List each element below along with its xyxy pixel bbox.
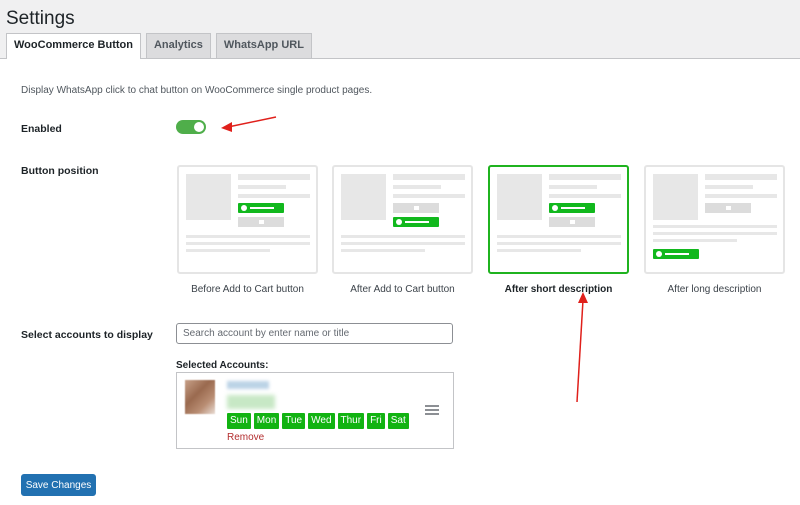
section-description: Display WhatsApp click to chat button on… bbox=[21, 85, 373, 96]
account-title-blurred bbox=[227, 395, 275, 409]
position-label-after-add-to-cart: After Add to Cart button bbox=[350, 284, 455, 295]
cart-icon bbox=[549, 217, 595, 227]
whatsapp-button-preview bbox=[238, 203, 284, 213]
position-option-before-add-to-cart[interactable] bbox=[177, 165, 318, 274]
day-badge-wed[interactable]: Wed bbox=[308, 413, 335, 429]
selected-accounts-title: Selected Accounts: bbox=[176, 360, 269, 371]
settings-panel: Display WhatsApp click to chat button on… bbox=[0, 58, 800, 505]
select-accounts-label: Select accounts to display bbox=[21, 329, 153, 341]
tab-whatsapp-url[interactable]: WhatsApp URL bbox=[215, 33, 312, 58]
whatsapp-button-preview bbox=[549, 203, 595, 213]
enabled-label: Enabled bbox=[21, 123, 62, 135]
avatar bbox=[185, 380, 215, 414]
position-label-after-short-description: After short description bbox=[504, 284, 613, 295]
tab-woocommerce-button[interactable]: WooCommerce Button bbox=[6, 33, 141, 59]
drag-handle-icon[interactable] bbox=[425, 405, 439, 416]
day-badge-sun[interactable]: Sun bbox=[227, 413, 251, 429]
save-changes-button[interactable]: Save Changes bbox=[21, 474, 96, 496]
account-name-blurred bbox=[227, 381, 269, 389]
whatsapp-button-preview bbox=[393, 217, 439, 227]
settings-tabs: WooCommerce Button Analytics WhatsApp UR… bbox=[6, 33, 317, 59]
position-option-after-add-to-cart[interactable] bbox=[332, 165, 473, 274]
day-badge-sat[interactable]: Sat bbox=[387, 413, 409, 429]
position-label-after-long-description: After long description bbox=[667, 284, 762, 295]
selected-account-card: Sun Mon Tue Wed Thur Fri Sat Remove bbox=[176, 372, 454, 449]
tab-analytics[interactable]: Analytics bbox=[145, 33, 211, 58]
day-badge-thur[interactable]: Thur bbox=[337, 413, 365, 429]
page-title: Settings bbox=[6, 8, 75, 29]
cart-icon bbox=[238, 217, 284, 227]
cart-icon bbox=[393, 203, 439, 213]
enabled-toggle[interactable] bbox=[176, 120, 206, 134]
position-option-after-long-description[interactable] bbox=[644, 165, 785, 274]
day-badges: Sun Mon Tue Wed Thur Fri Sat bbox=[227, 413, 412, 429]
toggle-knob bbox=[194, 122, 204, 132]
whatsapp-button-preview bbox=[653, 249, 699, 259]
remove-account-link[interactable]: Remove bbox=[227, 432, 264, 443]
position-label-before-add-to-cart: Before Add to Cart button bbox=[191, 284, 304, 295]
day-badge-fri[interactable]: Fri bbox=[367, 413, 385, 429]
button-position-label: Button position bbox=[21, 165, 99, 177]
cart-icon bbox=[705, 203, 751, 213]
day-badge-tue[interactable]: Tue bbox=[282, 413, 306, 429]
day-badge-mon[interactable]: Mon bbox=[253, 413, 280, 429]
position-option-after-short-description[interactable] bbox=[488, 165, 629, 274]
account-search-input[interactable] bbox=[176, 323, 453, 344]
